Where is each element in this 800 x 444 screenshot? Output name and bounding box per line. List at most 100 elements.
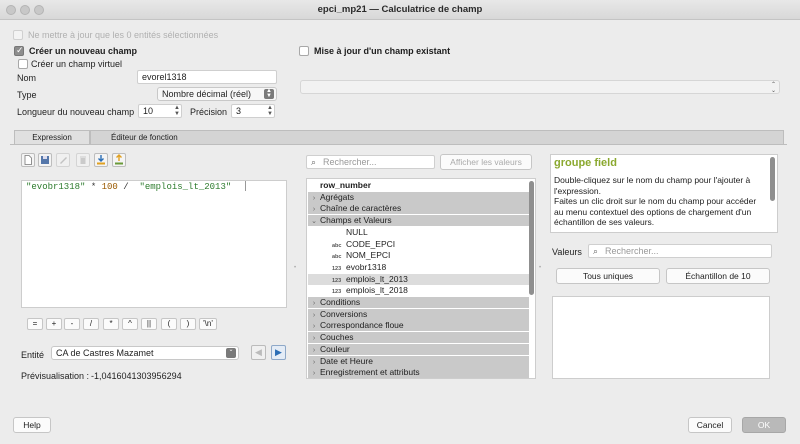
precision-value: 3 [236,106,242,116]
tree-item[interactable]: › Agrégats [308,191,529,204]
operator-button[interactable]: - [64,318,80,330]
operator-button[interactable]: * [103,318,119,330]
tab-expression[interactable]: Expression [14,130,90,144]
tree-item[interactable]: 123 emplois_lt_2013 [308,273,529,285]
import-icon[interactable] [94,153,108,167]
tree-item[interactable]: row_number [308,180,529,191]
scrollbar-thumb[interactable] [770,157,775,201]
expression-editor[interactable]: "evobr1318" * 100 / "emplois_lt_2013" [21,180,287,308]
function-search-input[interactable]: ⌕ Rechercher... [306,155,435,169]
expression-token: 100 [101,182,118,192]
chevron-icon[interactable]: › [308,333,320,344]
chevron-icon[interactable]: › [308,204,320,215]
operator-button[interactable]: / [83,318,99,330]
arrow-left-icon: ◀ [255,347,262,357]
spin-arrows-icon[interactable]: ▲ ▼ [174,105,180,117]
update-existing-checkbox[interactable] [299,46,309,56]
entity-select[interactable]: CA de Castres Mazamet ⌄ [51,346,239,360]
help-text-line: Faites un clic droit sur le nom du champ… [554,196,757,227]
sample-ten-button[interactable]: Échantillon de 10 [666,268,770,284]
tab-function-editor-label: Éditeur de fonction [111,133,178,142]
entity-select-value: CA de Castres Mazamet [56,348,154,358]
update-selected-checkbox[interactable] [13,30,23,40]
function-tree[interactable]: row_number › Agrégats › Chaîne de caractères… [306,178,536,379]
tree-item[interactable]: › Conversions [308,308,529,321]
chevron-icon[interactable]: › [308,310,320,321]
operator-button[interactable]: || [141,318,157,330]
expression-token: * [85,182,102,192]
operator-button[interactable]: ) [180,318,196,330]
length-value: 10 [143,106,154,116]
operator-button[interactable]: = [27,318,43,330]
operator-button[interactable]: ( [161,318,177,330]
tree-item[interactable]: NULL [308,227,529,238]
tree-item-label: Champs et Valeurs [320,215,392,226]
tab-function-editor[interactable]: Éditeur de fonction [90,130,784,144]
function-search-placeholder: Rechercher... [323,157,377,167]
tree-item[interactable]: › Couleur [308,343,529,356]
update-selected-label: Ne mettre à jour que les 0 entités sélec… [28,30,219,40]
create-field-checkbox[interactable] [14,45,24,56]
help-text: Double-cliquez sur le nom du champ pour … [554,175,764,228]
tree-item[interactable]: › Enregistrement et attributs [308,367,529,378]
new-file-icon[interactable] [21,153,35,167]
show-values-button[interactable]: Afficher les valeurs [440,154,532,170]
scrollbar-thumb[interactable] [529,181,534,295]
select-arrows-icon: ▲ ▼ [264,88,274,99]
virtual-field-checkbox[interactable] [18,59,28,69]
tree-item-label: Conditions [320,297,361,307]
tree-item[interactable]: abc NOM_EPCI [308,250,529,261]
values-list[interactable] [552,296,770,379]
type-select[interactable]: Nombre décimal (réel) ▲ ▼ [157,87,277,101]
tree-item-label: emplois_lt_2018 [346,285,408,296]
all-unique-button[interactable]: Tous uniques [556,268,660,284]
help-button[interactable]: Help [13,417,51,433]
name-label: Nom [17,73,37,83]
length-spinbox[interactable]: 10 ▲ ▼ [138,104,182,118]
type-select-value: Nombre décimal (réel) [162,89,252,99]
operator-button[interactable]: '\n' [199,318,217,330]
virtual-field-label: Créer un champ virtuel [31,59,123,69]
tree-item-label: NOM_EPCI [346,250,391,261]
ok-button[interactable]: OK [742,417,786,433]
values-search-placeholder: Rechercher... [605,246,659,256]
tree-item[interactable]: › Date et Heure [308,355,529,368]
precision-spinbox[interactable]: 3 ▲ ▼ [231,104,275,118]
cancel-button[interactable]: Cancel [688,417,732,433]
chevron-icon[interactable]: › [308,345,320,356]
tree-item[interactable]: › Correspondance floue [308,320,529,332]
chevron-icon[interactable]: › [308,321,320,332]
values-search-input[interactable]: ⌕ Rechercher... [588,244,772,258]
next-entity-button[interactable]: ▶ [271,345,286,360]
operator-button[interactable]: ^ [122,318,138,330]
splitter-handle[interactable]: • [539,265,541,271]
expression-token: "emplois_lt_2013" [139,182,232,192]
tree-item-label: Enregistrement et attributs [320,367,420,378]
tree-item[interactable]: › Couches [308,332,529,344]
update-existing-label: Mise à jour d'un champ existant [314,46,451,56]
chevron-icon[interactable]: ⌄ [308,216,320,227]
tree-item[interactable]: abc CODE_EPCI [308,239,529,250]
tree-item[interactable]: › Conditions [308,297,529,308]
tree-item[interactable]: 123 emplois_lt_2018 [308,285,529,296]
tree-item[interactable]: ⌄ Champs et Valeurs [308,215,529,227]
operator-button[interactable]: + [46,318,62,330]
name-input[interactable]: evorel1318 [137,70,277,84]
chevron-icon[interactable]: › [308,357,320,368]
help-title: groupe field [554,157,617,169]
existing-field-select[interactable]: ⌃ ⌄ [300,80,780,94]
tree-item[interactable]: 123 evobr1318 [308,262,529,273]
splitter-handle[interactable]: • [294,265,296,271]
delete-icon[interactable] [76,153,90,167]
tree-item[interactable]: › Chaîne de caractères [308,203,529,215]
edit-icon[interactable] [56,153,70,167]
tree-item-label: Chaîne de caractères [320,203,402,214]
save-icon[interactable] [38,153,52,167]
spin-arrows-icon[interactable]: ▲ ▼ [267,105,273,117]
chevron-icon[interactable]: › [308,298,320,309]
chevron-icon[interactable]: › [308,368,320,378]
text-cursor [245,181,246,191]
export-icon[interactable] [112,153,126,167]
chevron-icon[interactable]: › [308,193,320,204]
previous-entity-button[interactable]: ◀ [251,345,266,360]
